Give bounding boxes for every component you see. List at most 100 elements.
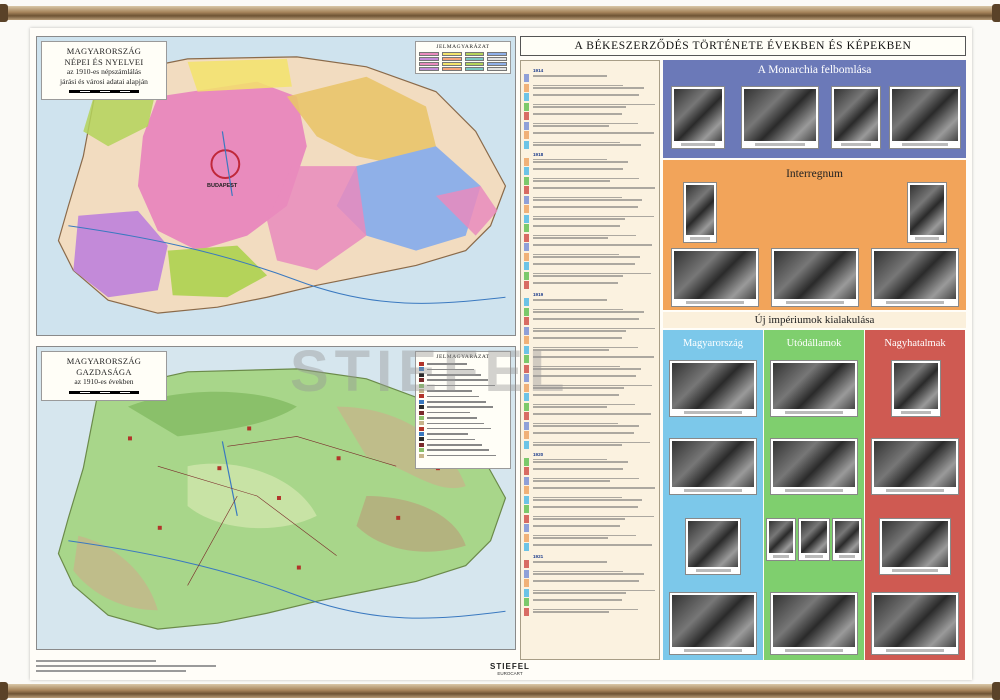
- timeline-entry-text: [533, 167, 656, 171]
- timeline-entry-marker: [524, 514, 529, 523]
- historical-photo: [871, 248, 959, 307]
- timeline-year: 1920: [533, 451, 544, 457]
- historical-photo: [879, 518, 951, 575]
- timeline-text-line: [533, 132, 654, 134]
- historical-photo: [671, 248, 759, 307]
- photo-image: [874, 441, 956, 487]
- timeline-entry-marker: [524, 252, 529, 261]
- section-interregnum: Interregnum: [663, 160, 966, 310]
- photo-caption: [772, 555, 790, 558]
- timeline-entry: [524, 224, 656, 232]
- photo-image: [874, 595, 956, 647]
- economy-map-title-box: MAGYARORSZÁG GAZDASÁGA az 1910-es évekbe…: [41, 351, 167, 401]
- legend-text-line: [427, 406, 493, 408]
- timeline-text-line: [533, 215, 654, 218]
- timeline-entry-text: [533, 477, 656, 484]
- timeline-entry: [524, 476, 656, 485]
- timeline-entry-marker: [524, 176, 529, 185]
- historical-photo: [871, 438, 959, 495]
- photo-caption: [886, 489, 944, 492]
- photo-image: [773, 363, 855, 409]
- timeline-entry: [524, 233, 656, 242]
- timeline-entry-marker: [524, 440, 529, 449]
- timeline-entry-text: [533, 224, 656, 228]
- timeline-entry-text: [533, 158, 656, 165]
- column-nagyhatalmak-title: Nagyhatalmak: [884, 338, 946, 349]
- legend-swatch: [419, 52, 439, 56]
- timeline-entry: [524, 412, 656, 420]
- timeline-entry-text: [533, 215, 656, 222]
- historical-photo: [669, 592, 757, 655]
- fineprint-line: [36, 670, 186, 672]
- photo-image: [774, 251, 856, 299]
- legend-symbol: [419, 415, 424, 420]
- timeline-text-line: [533, 299, 607, 301]
- ethnic-map-legend-title: JELMAGYARÁZAT: [436, 44, 490, 50]
- timeline-entry-marker: [524, 495, 529, 504]
- legend-entry: [419, 437, 507, 442]
- timeline-entry-text: [533, 431, 656, 435]
- legend-text-line: [427, 438, 475, 441]
- timeline-entry-text: [533, 543, 656, 547]
- timeline-text-line: [533, 103, 655, 106]
- timeline-entry: [524, 186, 656, 194]
- timeline-text-line: [533, 244, 653, 246]
- timeline-entry: [524, 505, 656, 513]
- timeline-text-line: [533, 458, 607, 461]
- timeline-entry: [524, 486, 656, 494]
- timeline-entry-marker: [524, 262, 529, 270]
- timeline-entry: [524, 271, 656, 280]
- timeline-text-line: [533, 256, 640, 259]
- timeline-entry-marker: [524, 102, 529, 111]
- timeline-entry: [524, 121, 656, 130]
- timeline-text-line: [533, 84, 623, 87]
- timeline-entry-marker: [524, 505, 529, 513]
- publisher-footer: STIEFEL EUROCART: [450, 662, 570, 691]
- legend-swatch: [487, 52, 507, 56]
- timeline-text-line: [533, 75, 607, 77]
- photo-image: [674, 89, 722, 141]
- timeline-entry-marker: [524, 131, 529, 139]
- photo-image: [672, 441, 754, 487]
- timeline-text-line: [533, 599, 622, 601]
- timeline-entry-marker: [524, 412, 529, 420]
- timeline-entry: [524, 598, 656, 606]
- timeline-entry: [524, 607, 656, 616]
- timeline-year: 1914: [533, 68, 544, 73]
- ethnic-map-title-4: járási és városi adatai alapján: [60, 76, 148, 86]
- timeline-entry: [524, 421, 656, 430]
- timeline-entry-text: [533, 458, 656, 465]
- timeline-entry-text: [533, 141, 656, 148]
- timeline-entry-text: [533, 186, 656, 190]
- column-magyarorszag-title: Magyarország: [682, 338, 744, 349]
- timeline-text-line: [533, 441, 650, 444]
- legend-entry: [419, 421, 507, 426]
- timeline-text-line: [533, 425, 639, 428]
- photo-image: [835, 521, 859, 553]
- timeline-entry-marker: [524, 243, 529, 251]
- historical-photo: [669, 360, 757, 417]
- photo-caption: [900, 411, 932, 414]
- timeline-entry-text: [533, 505, 656, 509]
- timeline-entry: [524, 495, 656, 504]
- photo-image: [892, 89, 958, 141]
- photo-image: [672, 595, 754, 647]
- picture-panels: A Monarchia felbomlása Interregnum Új im…: [663, 60, 966, 660]
- timeline-entry-text: [533, 327, 656, 334]
- timeline-text-line: [533, 487, 655, 489]
- timeline-text-line: [533, 406, 607, 409]
- timeline-entry: [524, 243, 656, 251]
- timeline-entry: [524, 195, 656, 204]
- legend-symbol: [419, 448, 424, 453]
- timeline-entry-text: [533, 608, 656, 615]
- timeline-entry: [524, 281, 656, 289]
- timeline-text-line: [533, 161, 628, 164]
- fineprint-line: [36, 660, 156, 662]
- timeline-text-line: [533, 87, 644, 90]
- timeline-entry-text: [533, 177, 656, 184]
- timeline-entry-marker: [524, 140, 529, 149]
- timeline-entry: [524, 579, 656, 587]
- economy-map-scale-bar: [69, 390, 139, 394]
- timeline-entry-marker: [524, 307, 529, 316]
- photo-caption: [695, 569, 731, 572]
